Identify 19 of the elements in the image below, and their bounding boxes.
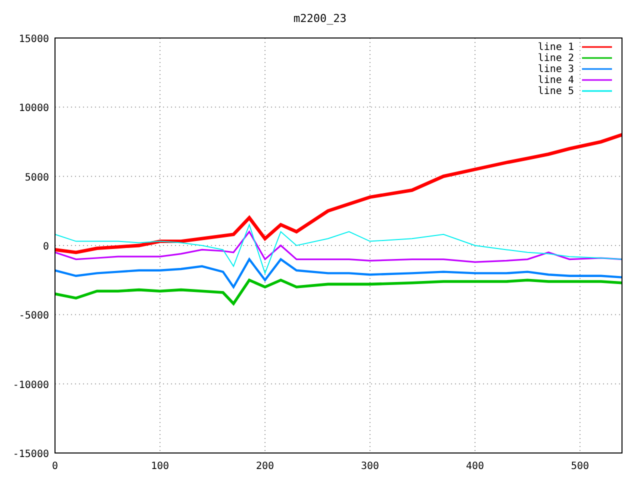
legend-label: line 2 bbox=[538, 53, 574, 64]
legend-label: line 1 bbox=[538, 42, 574, 53]
y-tick-label: -10000 bbox=[12, 380, 49, 391]
x-tick-label: 0 bbox=[52, 461, 58, 472]
x-tick-label: 300 bbox=[360, 461, 380, 472]
y-tick-label: -5000 bbox=[18, 310, 49, 322]
legend-label: line 5 bbox=[538, 86, 574, 97]
legend-label: line 3 bbox=[538, 64, 574, 75]
x-tick-label: 100 bbox=[150, 461, 170, 472]
x-tick-label: 400 bbox=[466, 461, 484, 472]
y-tick-label: 5000 bbox=[24, 172, 49, 184]
y-tick-label: 0 bbox=[42, 242, 49, 252]
y-tick-label: -15000 bbox=[12, 449, 49, 460]
legend-label: line 4 bbox=[538, 75, 574, 86]
y-tick-label: 15000 bbox=[18, 34, 49, 45]
x-tick-label: 200 bbox=[256, 461, 274, 472]
y-tick-label: 10000 bbox=[18, 103, 49, 114]
x-tick-label: 500 bbox=[570, 461, 590, 472]
chart-title: m2200_23 bbox=[294, 12, 346, 25]
